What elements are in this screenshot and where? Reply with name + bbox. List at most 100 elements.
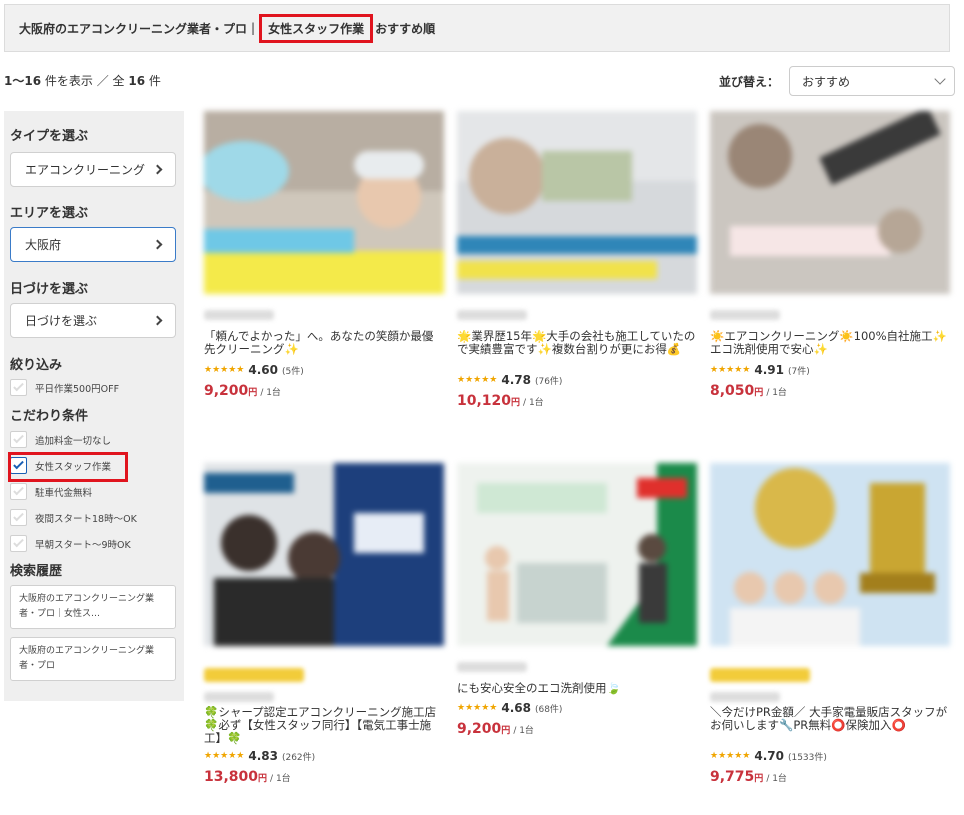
history-item[interactable]: 大阪府のエアコンクリーニング業 者・プロ｜女性ス… [10,585,176,629]
price-per-unit: / 1台 [766,388,787,398]
listing-thumbnail[interactable] [204,463,444,646]
rating-score: 4.83 [248,749,278,763]
price-unit: 円 [501,726,511,736]
star-rating-icon: ★★★★★ [710,751,751,761]
price-value: 13,800 [204,769,259,785]
listing-card[interactable]: ☀️エアコンクリーニング☀️100%自社施工✨エコ洗剤使用で安心✨ ★★★★★ … [710,111,950,399]
checkbox-icon [10,535,27,552]
listing-provider-name [204,692,274,702]
price-value: 10,120 [457,393,512,409]
listing-thumbnail[interactable] [204,111,444,294]
breadcrumb: 大阪府のエアコンクリーニング業者・プロ | 女性スタッフ作業 おすすめ順 [4,4,950,52]
listing-rating: ★★★★★ 4.70 (1533件) [710,749,950,763]
price-per-unit: / 1台 [523,398,544,408]
checkbox-label: 女性スタッフ作業 [35,461,112,473]
price-unit: 円 [754,774,764,784]
listing-card[interactable]: 「頼んでよかった」へ。あなたの笑顔か最優先クリーニング✨ ★★★★★ 4.60 … [204,111,444,399]
price-value: 8,050 [710,383,755,399]
review-count: (5件) [281,366,304,377]
listing-title[interactable]: 🍀シャープ認定エアコンクリーニング施工店🍀必ず【女性スタッフ同行】【電気工事士施… [204,706,444,746]
result-total: 16 [128,74,146,88]
listing-rating: ★★★★★ 4.60 (5件) [204,363,444,377]
listing-card[interactable]: 🌟業界歴15年🌟大手の会社も施工していたので実績豊富です✨複数台割りが更にお得💰… [457,111,697,409]
area-select-label: 大阪府 [25,238,62,252]
listing-price: 9,200 円 / 1台 [457,721,697,737]
condition-checkbox-female-staff[interactable]: 女性スタッフ作業 [10,457,111,474]
listing-provider-name [457,310,527,320]
filter-checkbox-weekday-discount[interactable]: 平日作業500円OFF [10,379,119,396]
checkbox-label: 早朝スタート〜9時OK [35,539,131,551]
price-value: 9,775 [710,769,755,785]
listing-title[interactable]: 「頼んでよかった」へ。あなたの笑顔か最優先クリーニング✨ [204,330,444,358]
history-line: 大阪府のエアコンクリーニング業 [19,594,155,604]
condition-checkbox-night-start[interactable]: 夜間スタート18時〜OK [10,509,137,526]
checkbox-label: 夜間スタート18時〜OK [35,513,137,525]
listing-title[interactable]: ＼今だけPR金額／ 大手家電量販店スタッフがお伺いします🔧PR無料⭕保険加入⭕ [710,706,950,746]
price-unit: 円 [511,398,521,408]
history-item[interactable]: 大阪府のエアコンクリーニング業 者・プロ [10,637,176,681]
type-select-label: エアコンクリーニング [25,163,146,177]
price-value: 9,200 [457,721,502,737]
listing-price: 10,120 円 / 1台 [457,393,697,409]
price-per-unit: / 1台 [270,774,291,784]
history-line: 大阪府のエアコンクリーニング業 [19,646,155,656]
listing-title[interactable]: にも安心安全のエコ洗剤使用🍃 [457,682,697,696]
checkbox-label: 平日作業500円OFF [35,383,120,395]
checkbox-icon [10,483,27,500]
price-per-unit: / 1台 [513,726,534,736]
rating-score: 4.91 [754,363,784,377]
rating-score: 4.68 [501,701,531,715]
checkbox-icon [10,509,27,526]
star-rating-icon: ★★★★★ [204,751,245,761]
listing-card[interactable]: 🍀シャープ認定エアコンクリーニング施工店🍀必ず【女性スタッフ同行】【電気工事士施… [204,463,444,785]
checkbox-label: 追加料金一切なし [35,435,112,447]
chevron-right-icon [152,239,163,250]
checkbox-icon [10,379,27,396]
rating-score: 4.78 [501,373,531,387]
listing-thumbnail[interactable] [710,463,950,646]
listing-title[interactable]: 🌟業界歴15年🌟大手の会社も施工していたので実績豊富です✨複数台割りが更にお得💰 [457,330,697,370]
star-rating-icon: ★★★★★ [204,365,245,375]
date-heading: 日づけを選ぶ [10,282,89,297]
chevron-right-icon [152,315,163,326]
filter-sidebar: タイプを選ぶ エアコンクリーニング エリアを選ぶ 大阪府 日づけを選ぶ 日づけを… [4,111,184,701]
listing-title[interactable]: ☀️エアコンクリーニング☀️100%自社施工✨エコ洗剤使用で安心✨ [710,330,950,358]
breadcrumb-current: 女性スタッフ作業 [259,13,374,43]
result-count: 1〜16 件を表示 ／ 全 16 件 [4,72,161,89]
listing-card[interactable]: にも安心安全のエコ洗剤使用🍃 ★★★★★ 4.68 (68件) 9,200 円 … [457,463,697,737]
type-heading: タイプを選ぶ [10,129,89,144]
listing-thumbnail[interactable] [710,111,950,294]
listing-rating: ★★★★★ 4.91 (7件) [710,363,950,377]
listing-thumbnail[interactable] [457,463,697,646]
listing-thumbnail[interactable] [457,111,697,294]
condition-checkbox-no-extra-fee[interactable]: 追加料金一切なし [10,431,111,448]
checkbox-icon [10,431,27,448]
area-heading: エリアを選ぶ [10,206,89,221]
listing-rating: ★★★★★ 4.83 (262件) [204,749,444,763]
sort-select[interactable]: おすすめ [789,66,956,96]
price-unit: 円 [754,388,764,398]
chevron-down-icon [934,72,946,85]
condition-checkbox-free-parking[interactable]: 駐車代金無料 [10,483,92,500]
checkbox-label: 駐車代金無料 [35,487,93,499]
result-unit-label: 件を表示 ／ 全 [44,74,125,88]
date-select-button[interactable]: 日づけを選ぶ [10,303,176,338]
checkbox-checked-icon [10,457,27,474]
listing-price: 8,050 円 / 1台 [710,383,950,399]
rating-score: 4.70 [754,749,784,763]
listing-rating: ★★★★★ 4.78 (76件) [457,373,697,387]
type-select-button[interactable]: エアコンクリーニング [10,152,176,187]
listing-provider-name [710,310,780,320]
listing-card[interactable]: ＼今だけPR金額／ 大手家電量販店スタッフがお伺いします🔧PR無料⭕保険加入⭕ … [710,463,950,785]
review-count: (262件) [281,752,316,763]
listing-price: 13,800 円 / 1台 [204,769,444,785]
breadcrumb-parent-link[interactable]: 大阪府のエアコンクリーニング業者・プロ [19,20,247,37]
condition-checkbox-early-start[interactable]: 早朝スタート〜9時OK [10,535,131,552]
review-count: (68件) [534,704,563,715]
listing-price: 9,200 円 / 1台 [204,383,444,399]
chevron-right-icon [152,164,163,175]
area-select-button[interactable]: 大阪府 [10,227,176,262]
price-unit: 円 [258,774,268,784]
sort-control: 並び替え： おすすめ [719,66,956,96]
date-select-label: 日づけを選ぶ [25,314,98,328]
